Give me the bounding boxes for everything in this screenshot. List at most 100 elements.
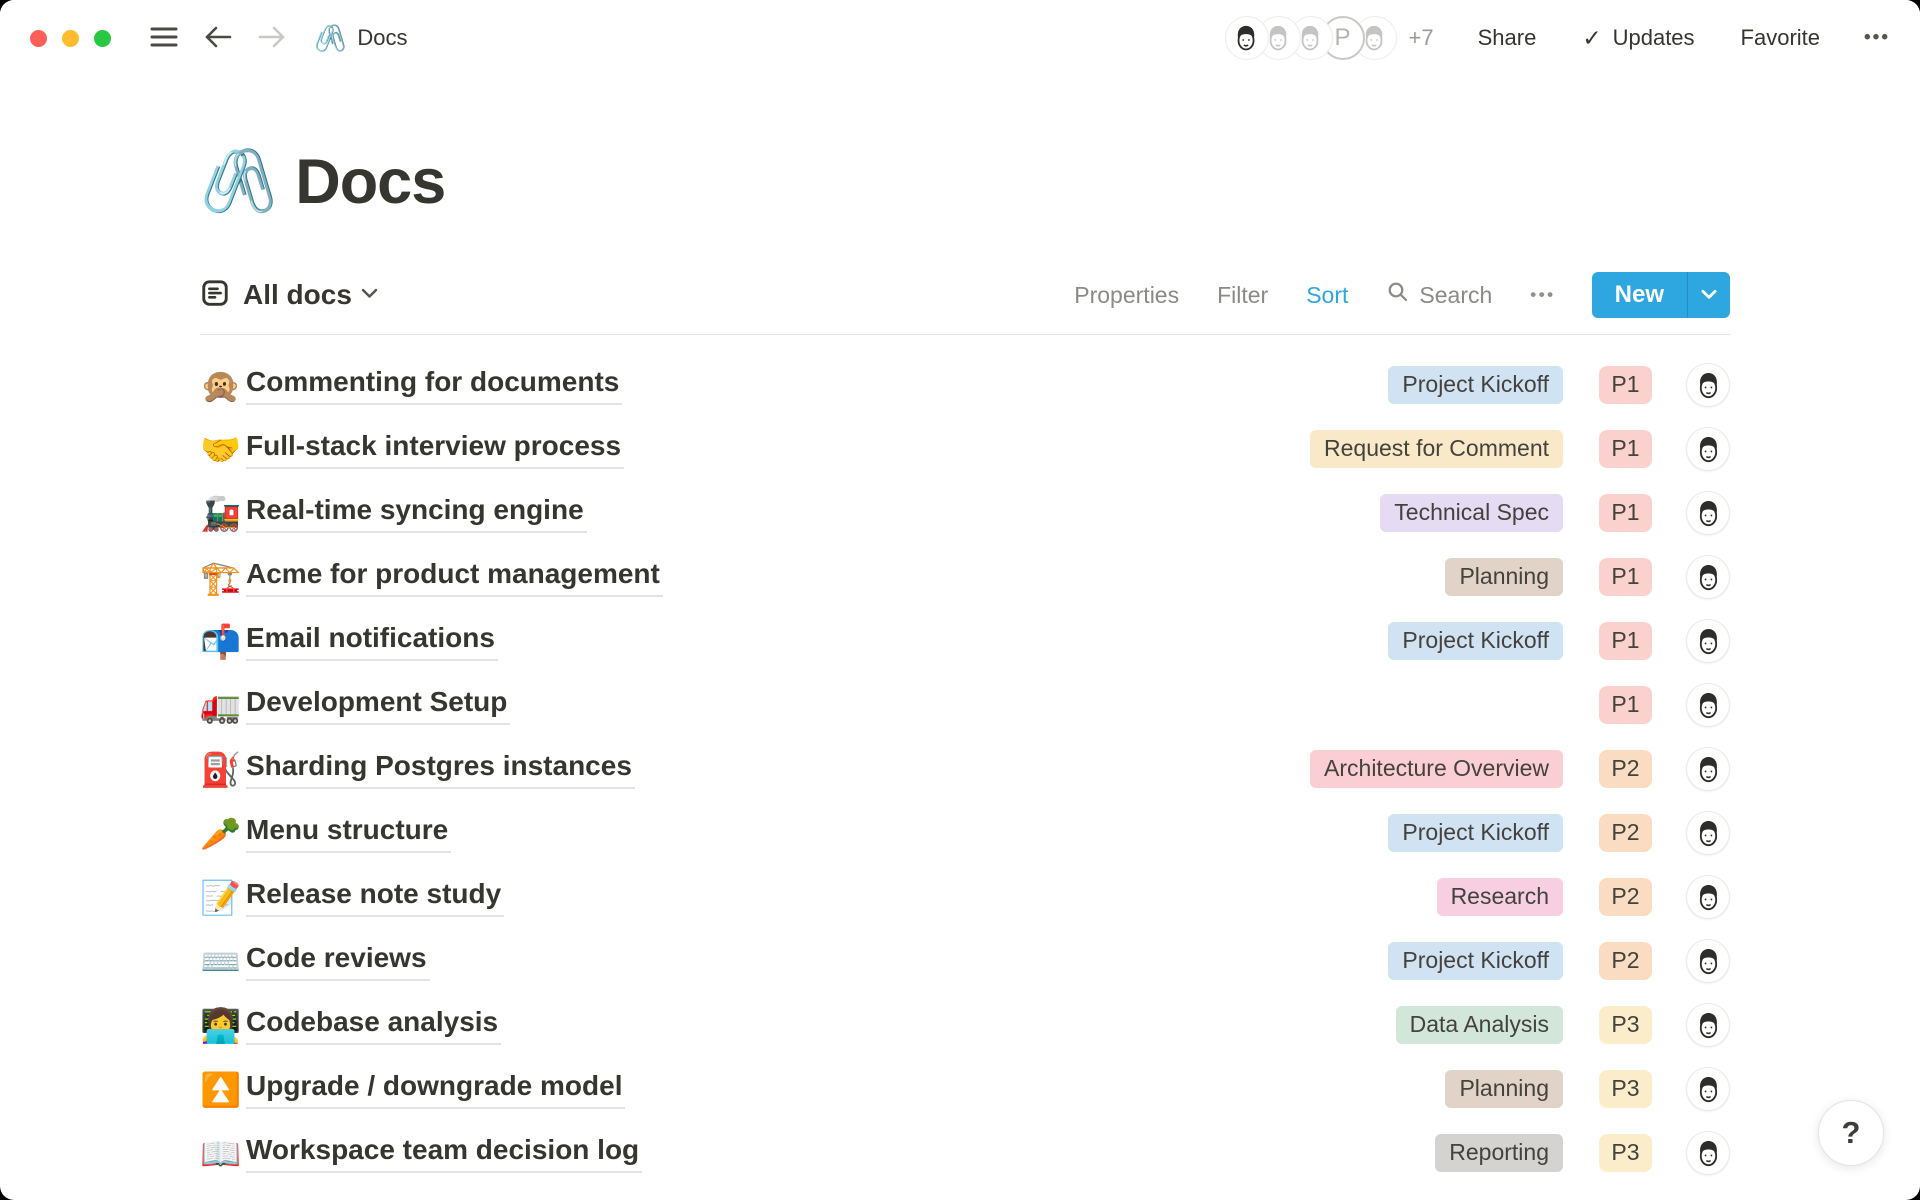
avatar-overflow-count[interactable]: +7 — [1409, 25, 1434, 51]
assignee-avatar[interactable] — [1686, 555, 1730, 599]
priority-badge[interactable]: P3 — [1599, 1006, 1652, 1044]
assignee-avatar[interactable] — [1686, 811, 1730, 855]
chevron-down-icon — [352, 286, 378, 304]
help-button[interactable]: ? — [1818, 1100, 1884, 1166]
priority-badge[interactable]: P3 — [1599, 1070, 1652, 1108]
forward-button[interactable] — [258, 25, 286, 52]
properties-button[interactable]: Properties — [1074, 282, 1179, 309]
sort-button[interactable]: Sort — [1306, 282, 1348, 309]
doc-type-tag[interactable]: Project Kickoff — [1388, 622, 1563, 660]
doc-type-tag[interactable]: Data Analysis — [1396, 1006, 1563, 1044]
priority-badge[interactable]: P1 — [1599, 622, 1652, 660]
doc-title-link[interactable]: Real-time syncing engine — [246, 494, 587, 533]
page-paperclip-icon[interactable]: 🖇️ — [200, 151, 277, 213]
collaborator-avatar[interactable] — [1225, 16, 1269, 60]
doc-title-link[interactable]: Acme for product management — [246, 558, 663, 597]
new-button[interactable]: New — [1592, 272, 1687, 318]
doc-type-tag[interactable]: Planning — [1445, 1070, 1563, 1108]
doc-row[interactable]: 📬 Email notifications Project Kickoff P1 — [200, 609, 1730, 673]
priority-badge[interactable]: P3 — [1599, 1134, 1652, 1172]
share-button[interactable]: Share — [1478, 25, 1537, 51]
doc-emoji-icon: ⏫ — [200, 1073, 244, 1106]
doc-row[interactable]: 🤝 Full-stack interview process Request f… — [200, 417, 1730, 481]
sketch-face-icon — [1690, 687, 1727, 724]
priority-badge[interactable]: P2 — [1599, 878, 1652, 916]
maximize-window-button[interactable] — [94, 30, 111, 47]
doc-type-tag[interactable]: Project Kickoff — [1388, 942, 1563, 980]
doc-title-link[interactable]: Upgrade / downgrade model — [246, 1070, 625, 1109]
doc-title-link[interactable]: Sharding Postgres instances — [246, 750, 635, 789]
doc-row[interactable]: ⛽ Sharding Postgres instances Architectu… — [200, 737, 1730, 801]
doc-row[interactable]: 📝 Release note study Research P2 — [200, 865, 1730, 929]
doc-title-link[interactable]: Codebase analysis — [246, 1006, 501, 1045]
assignee-avatar[interactable] — [1686, 683, 1730, 727]
search-button[interactable]: Search — [1386, 280, 1492, 310]
new-dropdown-button[interactable] — [1687, 272, 1730, 318]
sketch-face-icon — [1690, 431, 1727, 468]
updates-button[interactable]: ✓ Updates — [1582, 25, 1694, 52]
assignee-avatar[interactable] — [1686, 875, 1730, 919]
doc-row[interactable]: ⏫ Upgrade / downgrade model Planning P3 — [200, 1057, 1730, 1121]
doc-title-link[interactable]: Development Setup — [246, 686, 510, 725]
favorite-button[interactable]: Favorite — [1741, 25, 1820, 51]
assignee-avatar[interactable] — [1686, 747, 1730, 791]
doc-title-link[interactable]: Menu structure — [246, 814, 451, 853]
toolbar-more-button[interactable]: ••• — [1530, 285, 1555, 305]
view-tab-all-docs[interactable]: All docs — [200, 278, 378, 313]
priority-badge[interactable]: P2 — [1599, 750, 1652, 788]
view-tab-label: All docs — [243, 279, 352, 311]
collaborator-avatar-stack[interactable]: P — [1225, 16, 1397, 60]
doc-row[interactable]: 👩‍💻 Codebase analysis Data Analysis P3 — [200, 993, 1730, 1057]
doc-row[interactable]: 🏗️ Acme for product management Planning … — [200, 545, 1730, 609]
doc-type-tag[interactable]: Technical Spec — [1380, 494, 1563, 532]
doc-title-link[interactable]: Email notifications — [246, 622, 498, 661]
assignee-avatar[interactable] — [1686, 939, 1730, 983]
filter-button[interactable]: Filter — [1217, 282, 1268, 309]
assignee-avatar[interactable] — [1686, 427, 1730, 471]
assignee-avatar[interactable] — [1686, 491, 1730, 535]
priority-badge[interactable]: P1 — [1599, 430, 1652, 468]
doc-row[interactable]: 🥕 Menu structure Project Kickoff P2 — [200, 801, 1730, 865]
doc-row[interactable]: 🚂 Real-time syncing engine Technical Spe… — [200, 481, 1730, 545]
doc-row[interactable]: 🙊 Commenting for documents Project Kicko… — [200, 353, 1730, 417]
priority-badge[interactable]: P2 — [1599, 814, 1652, 852]
priority-badge[interactable]: P1 — [1599, 686, 1652, 724]
doc-emoji-icon: 🚛 — [200, 689, 244, 722]
doc-type-tag[interactable]: Architecture Overview — [1310, 750, 1563, 788]
assignee-avatar[interactable] — [1686, 1067, 1730, 1111]
doc-type-tag[interactable]: Reporting — [1435, 1134, 1563, 1172]
sketch-face-icon — [1690, 495, 1727, 532]
sketch-face-icon — [1690, 1071, 1727, 1108]
doc-row[interactable]: 🚛 Development Setup P1 — [200, 673, 1730, 737]
list-view-icon — [200, 278, 230, 313]
doc-type-tag[interactable]: Planning — [1445, 558, 1563, 596]
assignee-avatar[interactable] — [1686, 1003, 1730, 1047]
doc-type-tag[interactable]: Request for Comment — [1310, 430, 1563, 468]
sidebar-toggle-button[interactable] — [150, 26, 178, 51]
doc-row[interactable]: 📖 Workspace team decision log Reporting … — [200, 1121, 1730, 1185]
close-window-button[interactable] — [30, 30, 47, 47]
doc-row[interactable]: ⌨️ Code reviews Project Kickoff P2 — [200, 929, 1730, 993]
more-options-button[interactable]: ••• — [1864, 27, 1890, 49]
doc-type-tag[interactable]: Research — [1437, 878, 1563, 916]
priority-badge[interactable]: P1 — [1599, 366, 1652, 404]
doc-title-link[interactable]: Workspace team decision log — [246, 1134, 642, 1173]
view-toolbar: All docs Properties Filter Sort Search •… — [200, 272, 1730, 335]
priority-badge[interactable]: P1 — [1599, 494, 1652, 532]
doc-title-link[interactable]: Full-stack interview process — [246, 430, 624, 469]
doc-type-tag[interactable]: Project Kickoff — [1388, 366, 1563, 404]
assignee-avatar[interactable] — [1686, 363, 1730, 407]
priority-badge[interactable]: P2 — [1599, 942, 1652, 980]
doc-type-tag[interactable]: Project Kickoff — [1388, 814, 1563, 852]
page-title[interactable]: Docs — [295, 146, 445, 218]
assignee-avatar[interactable] — [1686, 619, 1730, 663]
assignee-avatar[interactable] — [1686, 1131, 1730, 1175]
doc-title-link[interactable]: Release note study — [246, 878, 504, 917]
breadcrumb[interactable]: 🖇️ Docs — [314, 25, 408, 51]
doc-title-link[interactable]: Commenting for documents — [246, 366, 622, 405]
doc-emoji-icon: 🏗️ — [200, 561, 244, 594]
priority-badge[interactable]: P1 — [1599, 558, 1652, 596]
back-button[interactable] — [204, 25, 232, 52]
doc-title-link[interactable]: Code reviews — [246, 942, 430, 981]
minimize-window-button[interactable] — [62, 30, 79, 47]
